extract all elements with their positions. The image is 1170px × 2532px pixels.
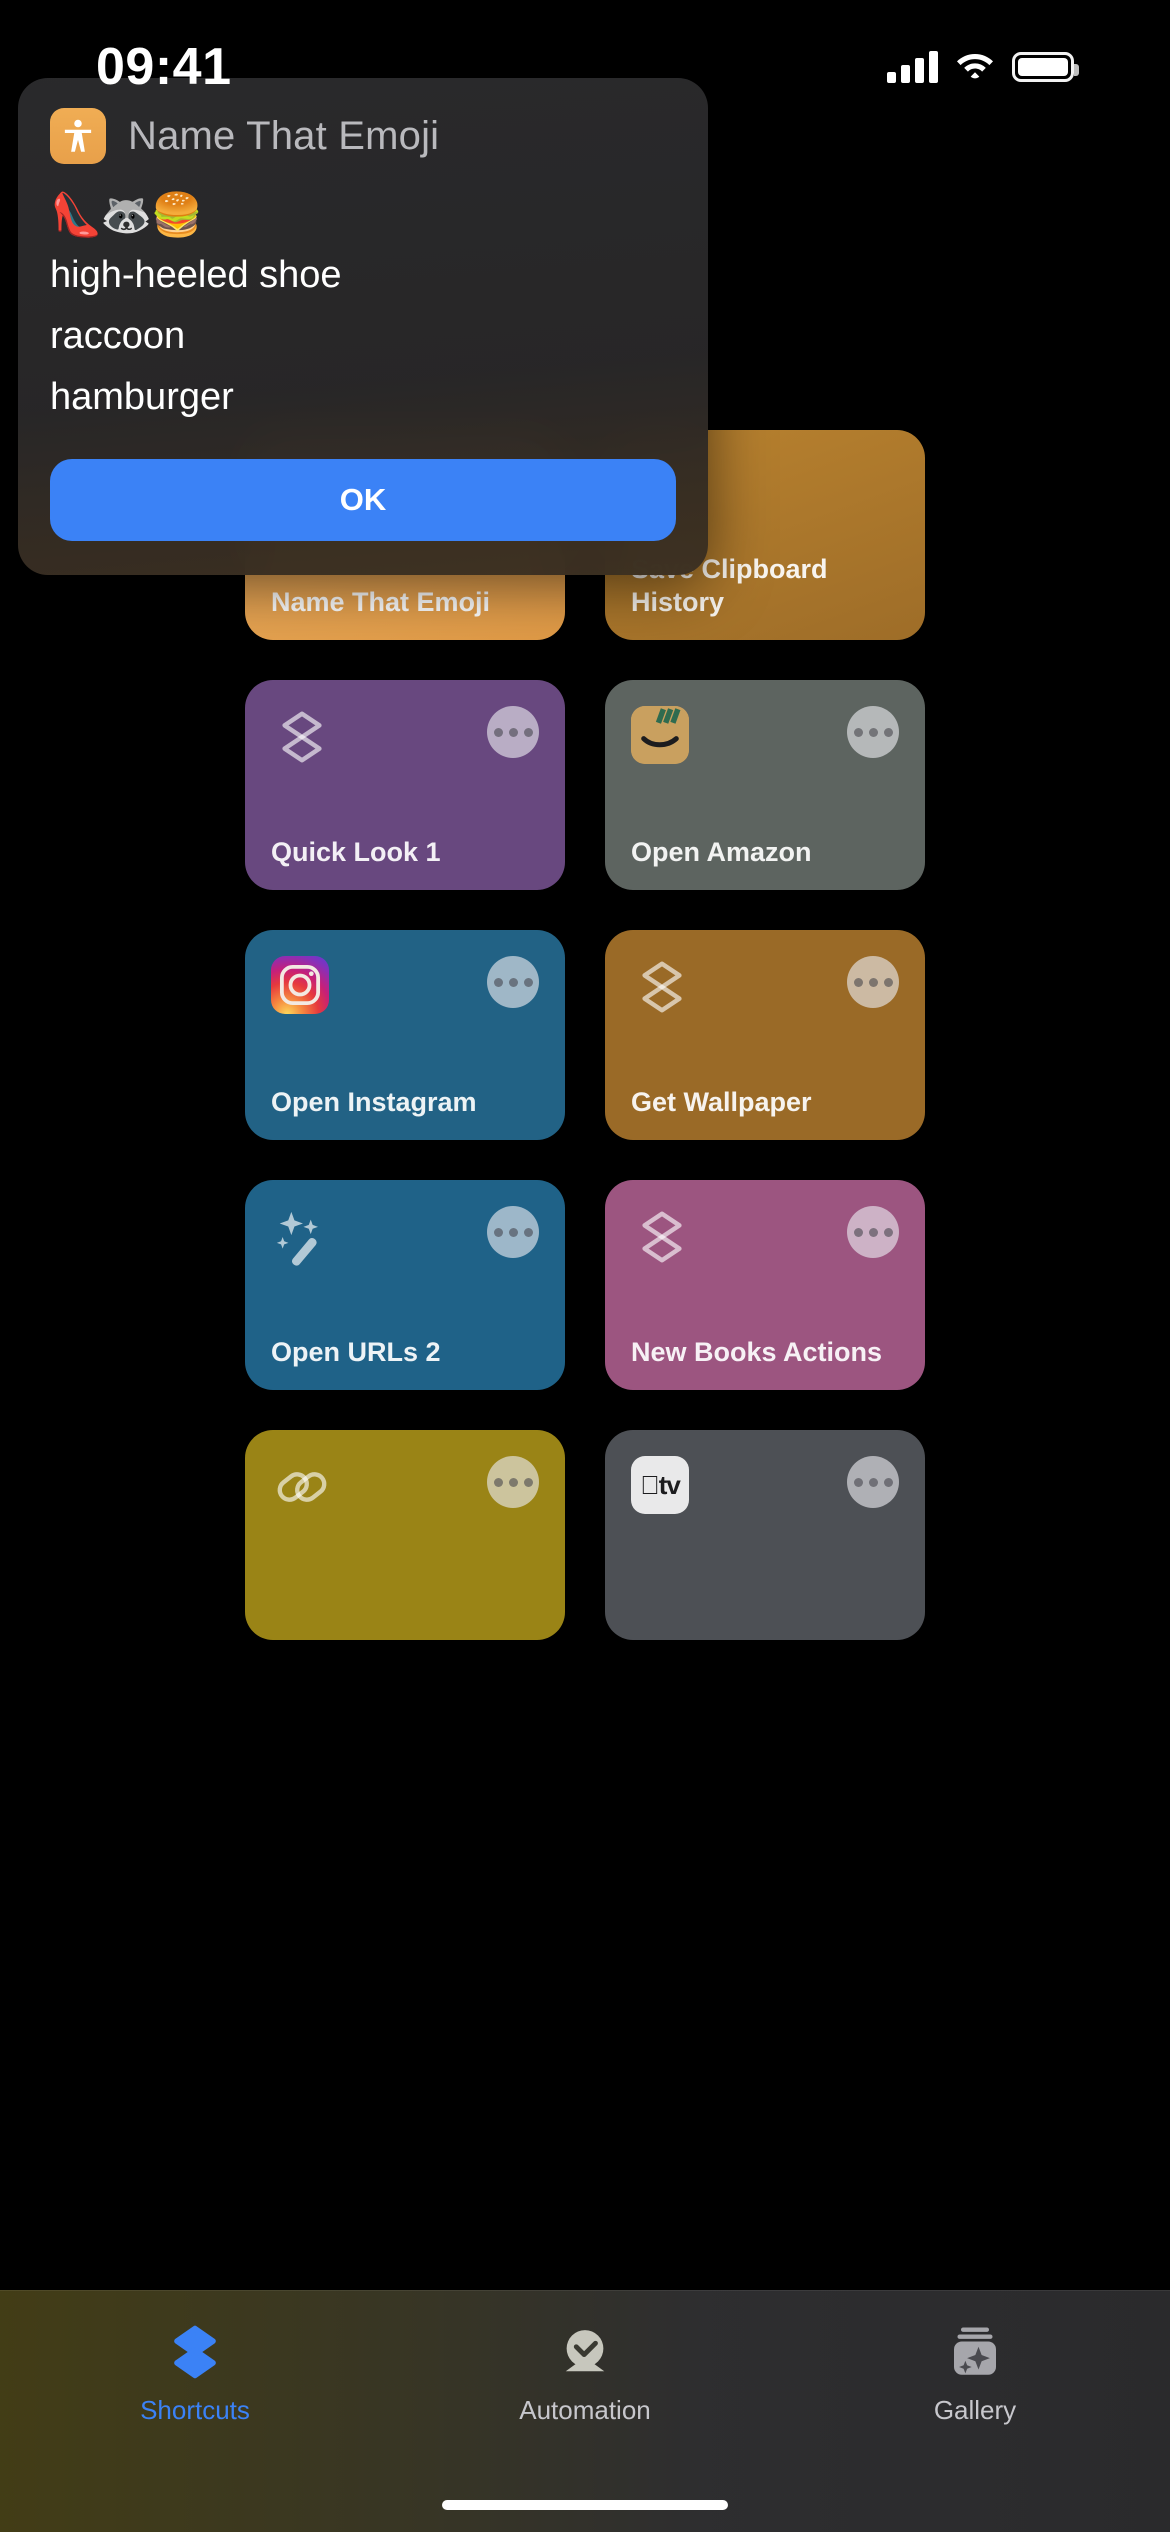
- card-more-menu-button[interactable]: [847, 1456, 899, 1508]
- shortcut-card-title: Get Wallpaper: [631, 1086, 812, 1117]
- card-top-row: [631, 1206, 899, 1268]
- alert-title: Name That Emoji: [128, 113, 440, 158]
- status-bar: 09:41: [0, 0, 1170, 120]
- tab-label-shortcuts: Shortcuts: [140, 2395, 250, 2425]
- battery-icon: [1012, 52, 1079, 82]
- shortcut-card[interactable]: New Books Actions: [605, 1180, 925, 1390]
- card-more-menu-button[interactable]: [487, 956, 539, 1008]
- card-more-menu-button[interactable]: [487, 706, 539, 758]
- shortcut-card-title: Name That Emoji: [271, 586, 491, 617]
- alert-result-line: hamburger: [50, 376, 234, 418]
- status-bar-clock: 09:41: [96, 38, 232, 96]
- shortcut-card[interactable]: tv: [605, 1430, 925, 1640]
- card-top-row: [271, 956, 539, 1014]
- card-top-row: [271, 1206, 539, 1268]
- card-more-menu-button[interactable]: [847, 956, 899, 1008]
- card-top-row: [271, 1456, 539, 1518]
- shortcut-result-alert: Name That Emoji 👠🦝🍔 high-heeled shoe rac…: [18, 78, 708, 575]
- card-top-row: [631, 956, 899, 1018]
- automation-clock-icon: [549, 2321, 621, 2383]
- alert-emoji-row: 👠🦝🍔: [50, 190, 203, 239]
- shortcut-card-title: Open Amazon: [631, 836, 812, 867]
- tab-bar: Shortcuts Automation Gallery: [0, 2290, 1170, 2532]
- alert-result-line: high-heeled shoe: [50, 254, 342, 296]
- shortcuts-layers-icon: [271, 706, 333, 768]
- card-more-menu-button[interactable]: [847, 706, 899, 758]
- home-indicator[interactable]: [442, 2500, 728, 2510]
- alert-ok-button[interactable]: OK: [50, 459, 676, 541]
- tab-automation[interactable]: Automation: [390, 2321, 780, 2426]
- shortcut-card[interactable]: Quick Look 1: [245, 680, 565, 890]
- apple-tv-app-icon: tv: [631, 1456, 689, 1514]
- shortcut-card[interactable]: Open Instagram: [245, 930, 565, 1140]
- tab-label-automation: Automation: [519, 2395, 651, 2425]
- shortcut-card-title: New Books Actions: [631, 1336, 883, 1367]
- cellular-signal-icon: [887, 51, 938, 83]
- gallery-sparkle-icon: [939, 2321, 1011, 2383]
- shortcut-card[interactable]: Open Amazon: [605, 680, 925, 890]
- status-bar-indicators: [887, 50, 1079, 85]
- tab-gallery[interactable]: Gallery: [780, 2321, 1170, 2426]
- card-top-row: [271, 706, 539, 768]
- shortcut-card-title: Open Instagram: [271, 1086, 477, 1117]
- shortcut-card-title: Open URLs 2: [271, 1336, 441, 1367]
- amazon-app-icon: [631, 706, 689, 764]
- shortcuts-layers-icon: [159, 2321, 231, 2383]
- shortcuts-layers-icon: [631, 1206, 693, 1268]
- instagram-app-icon: [271, 956, 329, 1014]
- card-more-menu-button[interactable]: [847, 1206, 899, 1258]
- card-more-menu-button[interactable]: [487, 1456, 539, 1508]
- link-chain-icon: [271, 1456, 333, 1518]
- wifi-icon: [956, 50, 994, 85]
- shortcut-card[interactable]: [245, 1430, 565, 1640]
- card-top-row: [631, 706, 899, 764]
- iphone-screen: 09:41 Name That Emoji Save Clipboard His…: [0, 0, 1170, 2532]
- shortcuts-grid: Name That Emoji Save Clipboard History Q…: [0, 430, 1170, 1640]
- tab-shortcuts[interactable]: Shortcuts: [0, 2321, 390, 2426]
- shortcut-card-title: Quick Look 1: [271, 836, 441, 867]
- alert-result-line: raccoon: [50, 315, 186, 357]
- shortcuts-layers-icon: [631, 956, 693, 1018]
- shortcut-card[interactable]: Open URLs 2: [245, 1180, 565, 1390]
- tab-label-gallery: Gallery: [933, 2395, 1017, 2425]
- magic-wand-icon: [271, 1206, 333, 1268]
- card-top-row: tv: [631, 1456, 899, 1514]
- card-more-menu-button[interactable]: [487, 1206, 539, 1258]
- shortcut-card[interactable]: Get Wallpaper: [605, 930, 925, 1140]
